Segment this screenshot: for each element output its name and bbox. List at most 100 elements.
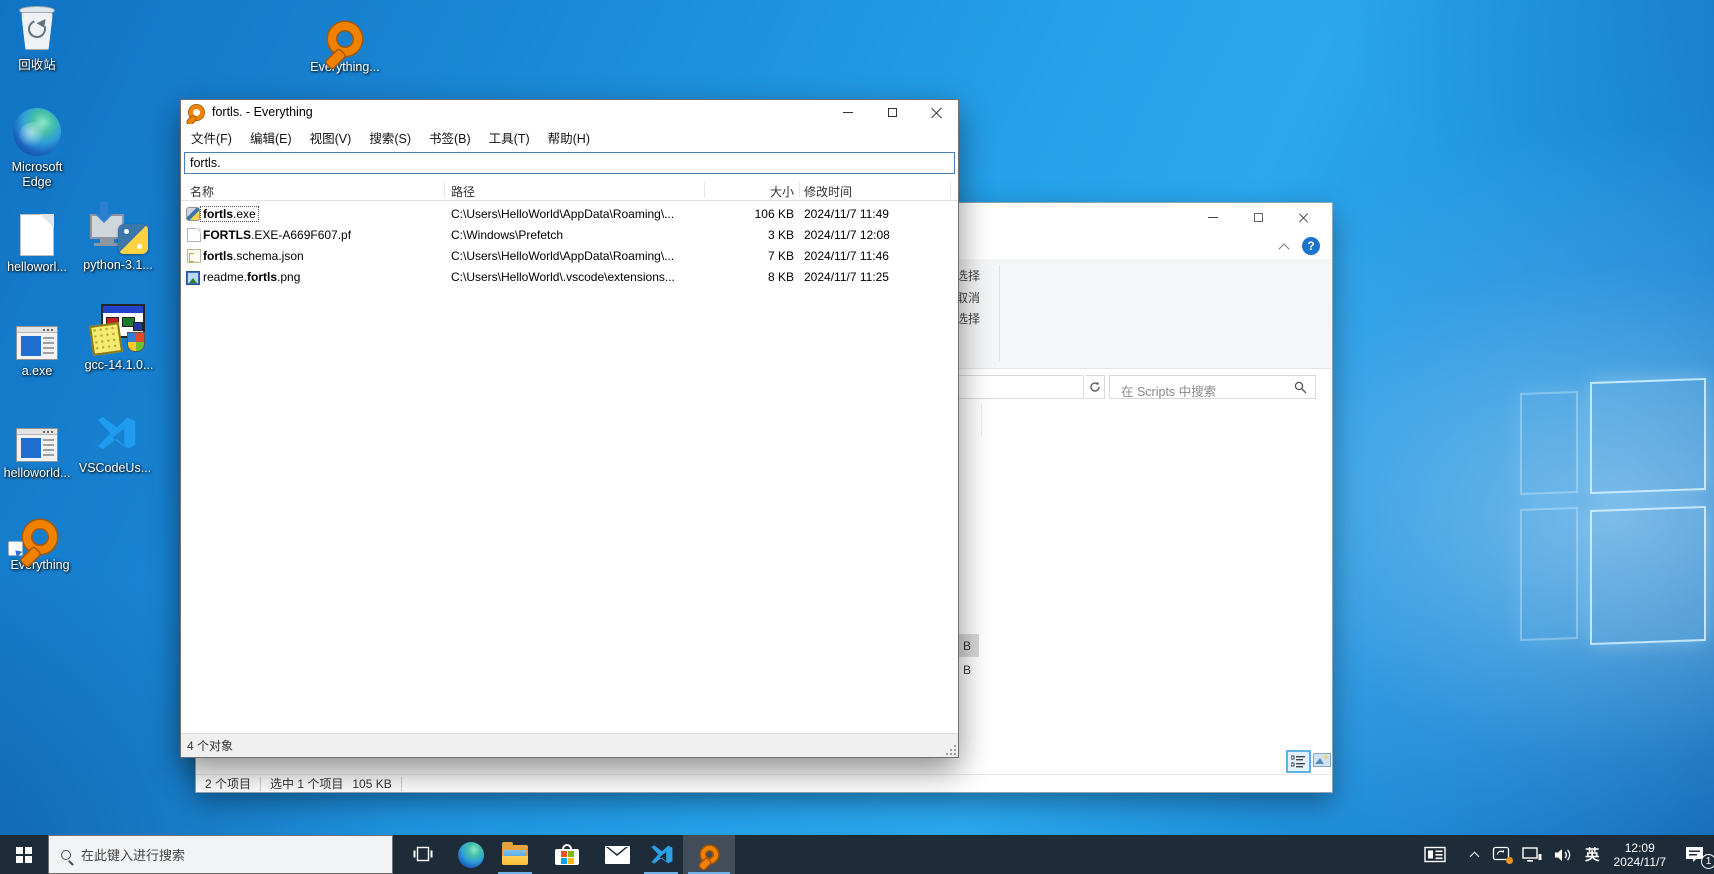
desktop-icon-everything[interactable]: Everything xyxy=(0,504,88,573)
object-count: 4 个对象 xyxy=(187,737,233,754)
action-center-button[interactable]: 1 xyxy=(1674,835,1714,874)
ribbon-group-separator xyxy=(999,265,1000,361)
notification-badge: 1 xyxy=(1701,854,1714,869)
speaker-icon xyxy=(1554,847,1573,863)
image-file-icon xyxy=(186,271,200,285)
edge-icon xyxy=(458,842,484,868)
clock-time: 12:09 xyxy=(1614,841,1667,855)
desktop-icon-everything-top[interactable]: Everything... xyxy=(297,6,393,75)
explorer-search-placeholder: 在 Scripts 中搜索 xyxy=(1121,381,1216,400)
explorer-statusbar: 2 个项目 选中 1 个项目 105 KB xyxy=(196,774,1332,792)
column-header-modified[interactable]: 修改时间 xyxy=(804,183,852,200)
desktop-icon-label: Everything xyxy=(0,558,88,573)
clock-date: 2024/11/7 xyxy=(1614,855,1667,869)
ribbon-collapse-chevron-icon[interactable] xyxy=(1280,242,1290,252)
taskbar-edge-button[interactable] xyxy=(449,835,493,874)
everything-app-icon xyxy=(189,105,204,120)
wallpaper-logo-pane xyxy=(1590,506,1706,645)
taskbar-search-placeholder: 在此键入进行搜索 xyxy=(81,845,185,864)
taskbar-store-button[interactable] xyxy=(545,835,589,874)
desktop-icon-python-installer[interactable]: python-3.1... xyxy=(70,204,166,273)
thumbnail-view-button[interactable] xyxy=(1309,748,1334,771)
window-title: fortls. - Everything xyxy=(212,105,313,119)
taskbar-everything-button[interactable] xyxy=(683,835,735,874)
taskbar-search-box[interactable]: 在此键入进行搜索 xyxy=(48,835,393,874)
column-header-size[interactable]: 大小 xyxy=(701,183,794,200)
tray-sync-button[interactable] xyxy=(1486,835,1516,874)
desktop-icon-label: Microsoft Edge xyxy=(2,160,72,190)
result-row-schema-json[interactable]: fortls.schema.json C:\Users\HelloWorld\A… xyxy=(181,246,958,267)
file-size-fragment: B xyxy=(963,663,971,677)
desktop-icon-label: Everything... xyxy=(297,60,393,75)
vscode-icon xyxy=(67,407,163,457)
maximize-button[interactable] xyxy=(1236,203,1280,231)
desktop-icon-label: gcc-14.1.0... xyxy=(71,358,167,373)
list-header: 名称 路径 大小 修改时间 xyxy=(181,179,958,201)
result-row-prefetch[interactable]: FORTLS.EXE-A669F607.pf C:\Windows\Prefet… xyxy=(181,225,958,246)
help-button[interactable]: ? xyxy=(1302,237,1320,255)
close-button[interactable] xyxy=(914,100,958,124)
desktop-icon-label: VSCodeUs... xyxy=(67,461,163,476)
touch-keyboard-button[interactable] xyxy=(1418,835,1452,874)
search-icon xyxy=(61,850,71,860)
task-view-icon xyxy=(413,846,433,863)
explorer-search-box[interactable]: 在 Scripts 中搜索 xyxy=(1109,375,1316,399)
everything-statusbar: 4 个对象 xyxy=(181,733,958,757)
microsoft-store-icon xyxy=(555,844,579,865)
desktop-icon-label: python-3.1... xyxy=(70,258,166,273)
file-explorer-icon xyxy=(502,845,528,865)
exe-file-icon xyxy=(186,207,200,221)
desktop-icon-vscode-setup[interactable]: VSCodeUs... xyxy=(67,407,163,476)
python-installer-icon xyxy=(70,204,166,254)
status-dot xyxy=(1506,857,1513,864)
column-header-path[interactable]: 路径 xyxy=(451,183,475,200)
maximize-button[interactable] xyxy=(870,100,914,124)
menu-tools[interactable]: 工具(T) xyxy=(480,124,539,151)
tray-expand-button[interactable] xyxy=(1464,835,1486,874)
json-file-icon xyxy=(187,249,201,263)
everything-icon xyxy=(701,846,718,863)
details-view-button[interactable] xyxy=(1286,750,1311,773)
menu-search[interactable]: 搜索(S) xyxy=(360,124,420,151)
menu-view[interactable]: 视图(V) xyxy=(301,124,361,151)
vscode-icon xyxy=(648,842,674,868)
tray-volume-button[interactable] xyxy=(1548,835,1579,874)
menu-edit[interactable]: 编辑(E) xyxy=(241,124,301,151)
minimize-button[interactable] xyxy=(826,100,870,124)
desktop-icon-recycle-bin[interactable]: 回收站 xyxy=(0,4,85,73)
blank-file-icon xyxy=(187,228,201,242)
desktop-icon-microsoft-edge[interactable]: Microsoft Edge xyxy=(0,106,85,190)
start-button[interactable] xyxy=(0,835,48,874)
taskbar-clock[interactable]: 12:09 2024/11/7 xyxy=(1606,841,1675,869)
shortcut-arrow-icon xyxy=(8,541,23,556)
ime-language-indicator[interactable]: 英 xyxy=(1579,835,1606,874)
resize-grip[interactable] xyxy=(944,743,957,756)
column-header-name[interactable]: 名称 xyxy=(190,183,214,200)
taskbar-vscode-button[interactable] xyxy=(639,835,683,874)
taskbar-mail-button[interactable] xyxy=(595,835,639,874)
system-tray: 英 12:09 2024/11/7 1 xyxy=(1418,835,1714,874)
minimize-button[interactable] xyxy=(1191,203,1235,231)
everything-window: fortls. - Everything 文件(F) 编辑(E) 视图(V) 搜… xyxy=(180,99,959,758)
tray-network-button[interactable] xyxy=(1516,835,1548,874)
refresh-button[interactable] xyxy=(1086,375,1105,399)
desktop-icon-label: 回收站 xyxy=(0,58,85,73)
network-display-icon xyxy=(1522,847,1542,863)
menu-help[interactable]: 帮助(H) xyxy=(539,124,599,151)
news-panel-icon xyxy=(1424,846,1446,863)
everything-titlebar: fortls. - Everything xyxy=(181,100,958,124)
wallpaper-logo-pane xyxy=(1520,507,1578,641)
desktop-icon-gcc[interactable]: gcc-14.1.0... xyxy=(71,304,167,373)
result-row-fortls-exe[interactable]: fortls.exe C:\Users\HelloWorld\AppData\R… xyxy=(181,204,958,225)
search-icon xyxy=(1294,381,1307,394)
everything-search-input[interactable] xyxy=(184,152,955,174)
task-view-button[interactable] xyxy=(401,835,445,874)
status-selected-size: 105 KB xyxy=(352,777,400,791)
menu-file[interactable]: 文件(F) xyxy=(182,124,241,151)
taskbar-file-explorer-button[interactable] xyxy=(493,835,537,874)
menu-bookmarks[interactable]: 书签(B) xyxy=(420,124,480,151)
close-button[interactable] xyxy=(1281,203,1325,231)
result-row-readme-png[interactable]: readme.fortls.png C:\Users\HelloWorld\.v… xyxy=(181,267,958,288)
recycle-bin-icon xyxy=(0,4,85,54)
status-selected-count: 选中 1 个项目 xyxy=(261,775,352,792)
